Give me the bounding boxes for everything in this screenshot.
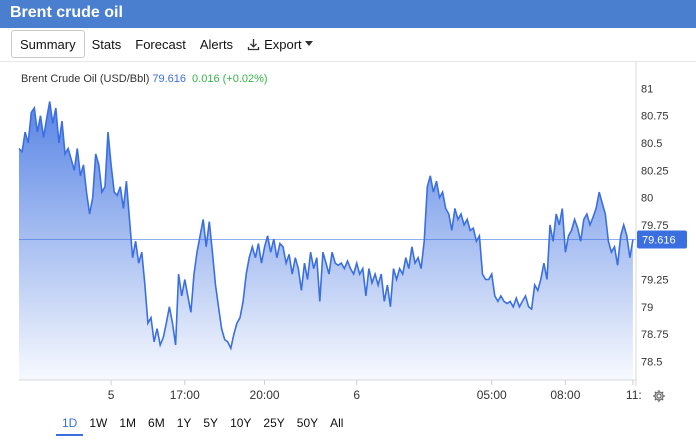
tab-bar: Summary Stats Forecast Alerts Export	[11, 30, 320, 58]
gear-icon[interactable]	[652, 389, 666, 403]
range-1d[interactable]: 1D	[56, 412, 84, 436]
tab-alerts[interactable]: Alerts	[193, 30, 240, 58]
range-selector: 1D 1W 1M 6M 1Y 5Y 10Y 25Y 50Y All	[56, 412, 349, 436]
tab-export[interactable]: Export	[240, 30, 320, 58]
x-tick-label: 17:00	[170, 388, 200, 402]
page-title: Brent crude oil	[10, 4, 123, 21]
y-tick-label: 79	[641, 302, 653, 314]
tab-forecast[interactable]: Forecast	[128, 30, 193, 58]
x-tick-label: 11:	[626, 388, 642, 402]
x-tick-label: 08:00	[550, 388, 580, 402]
chart-legend: Brent Crude Oil (USD/Bbl) 79.616 0.016 (+0…	[21, 73, 268, 85]
x-tick-label: 05:00	[477, 388, 507, 402]
y-tick-label: 81	[641, 83, 653, 95]
range-6m[interactable]: 6M	[142, 412, 171, 434]
title-bar: Brent crude oil	[0, 0, 696, 28]
x-tick-label: 6	[353, 388, 360, 402]
current-price-tag-label: 79.616	[642, 235, 676, 247]
tab-summary[interactable]: Summary	[11, 30, 85, 58]
legend-last-value: 79.616	[152, 73, 187, 85]
range-1y[interactable]: 1Y	[171, 412, 198, 434]
y-tick-label: 78.5	[641, 356, 662, 368]
price-chart[interactable]: 81 80.75 80.5 80.25 80 79.75 79.25 79 78.75 78.5 7…	[0, 62, 696, 408]
range-50y[interactable]: 50Y	[291, 412, 324, 434]
y-tick-label: 79.75	[641, 220, 669, 232]
y-tick-label: 79.25	[641, 275, 669, 287]
price-area	[19, 101, 633, 380]
tab-stats[interactable]: Stats	[85, 30, 129, 58]
range-10y[interactable]: 10Y	[224, 412, 257, 434]
y-tick-label: 80.75	[641, 111, 669, 123]
range-25y[interactable]: 25Y	[257, 412, 290, 434]
legend-series-name: Brent Crude Oil (USD/Bbl)	[21, 73, 150, 85]
download-icon	[247, 38, 260, 50]
price-chart-svg[interactable]: 81 80.75 80.5 80.25 80 79.75 79.25 79 78.75 78.5 7…	[0, 62, 696, 408]
y-tick-label: 80	[641, 193, 653, 205]
legend-change: 0.016 (+0.02%)	[192, 73, 268, 85]
x-tick-label: 5	[108, 388, 115, 402]
x-tick-label: 20:00	[250, 388, 280, 402]
y-tick-label: 80.5	[641, 138, 662, 150]
y-tick-label: 80.25	[641, 165, 669, 177]
chevron-down-icon	[304, 41, 313, 46]
tab-export-label: Export	[264, 36, 302, 52]
range-all[interactable]: All	[324, 412, 349, 434]
range-5y[interactable]: 5Y	[197, 412, 224, 434]
range-1m[interactable]: 1M	[113, 412, 142, 434]
y-tick-label: 78.75	[641, 329, 669, 341]
range-1w[interactable]: 1W	[83, 412, 113, 434]
